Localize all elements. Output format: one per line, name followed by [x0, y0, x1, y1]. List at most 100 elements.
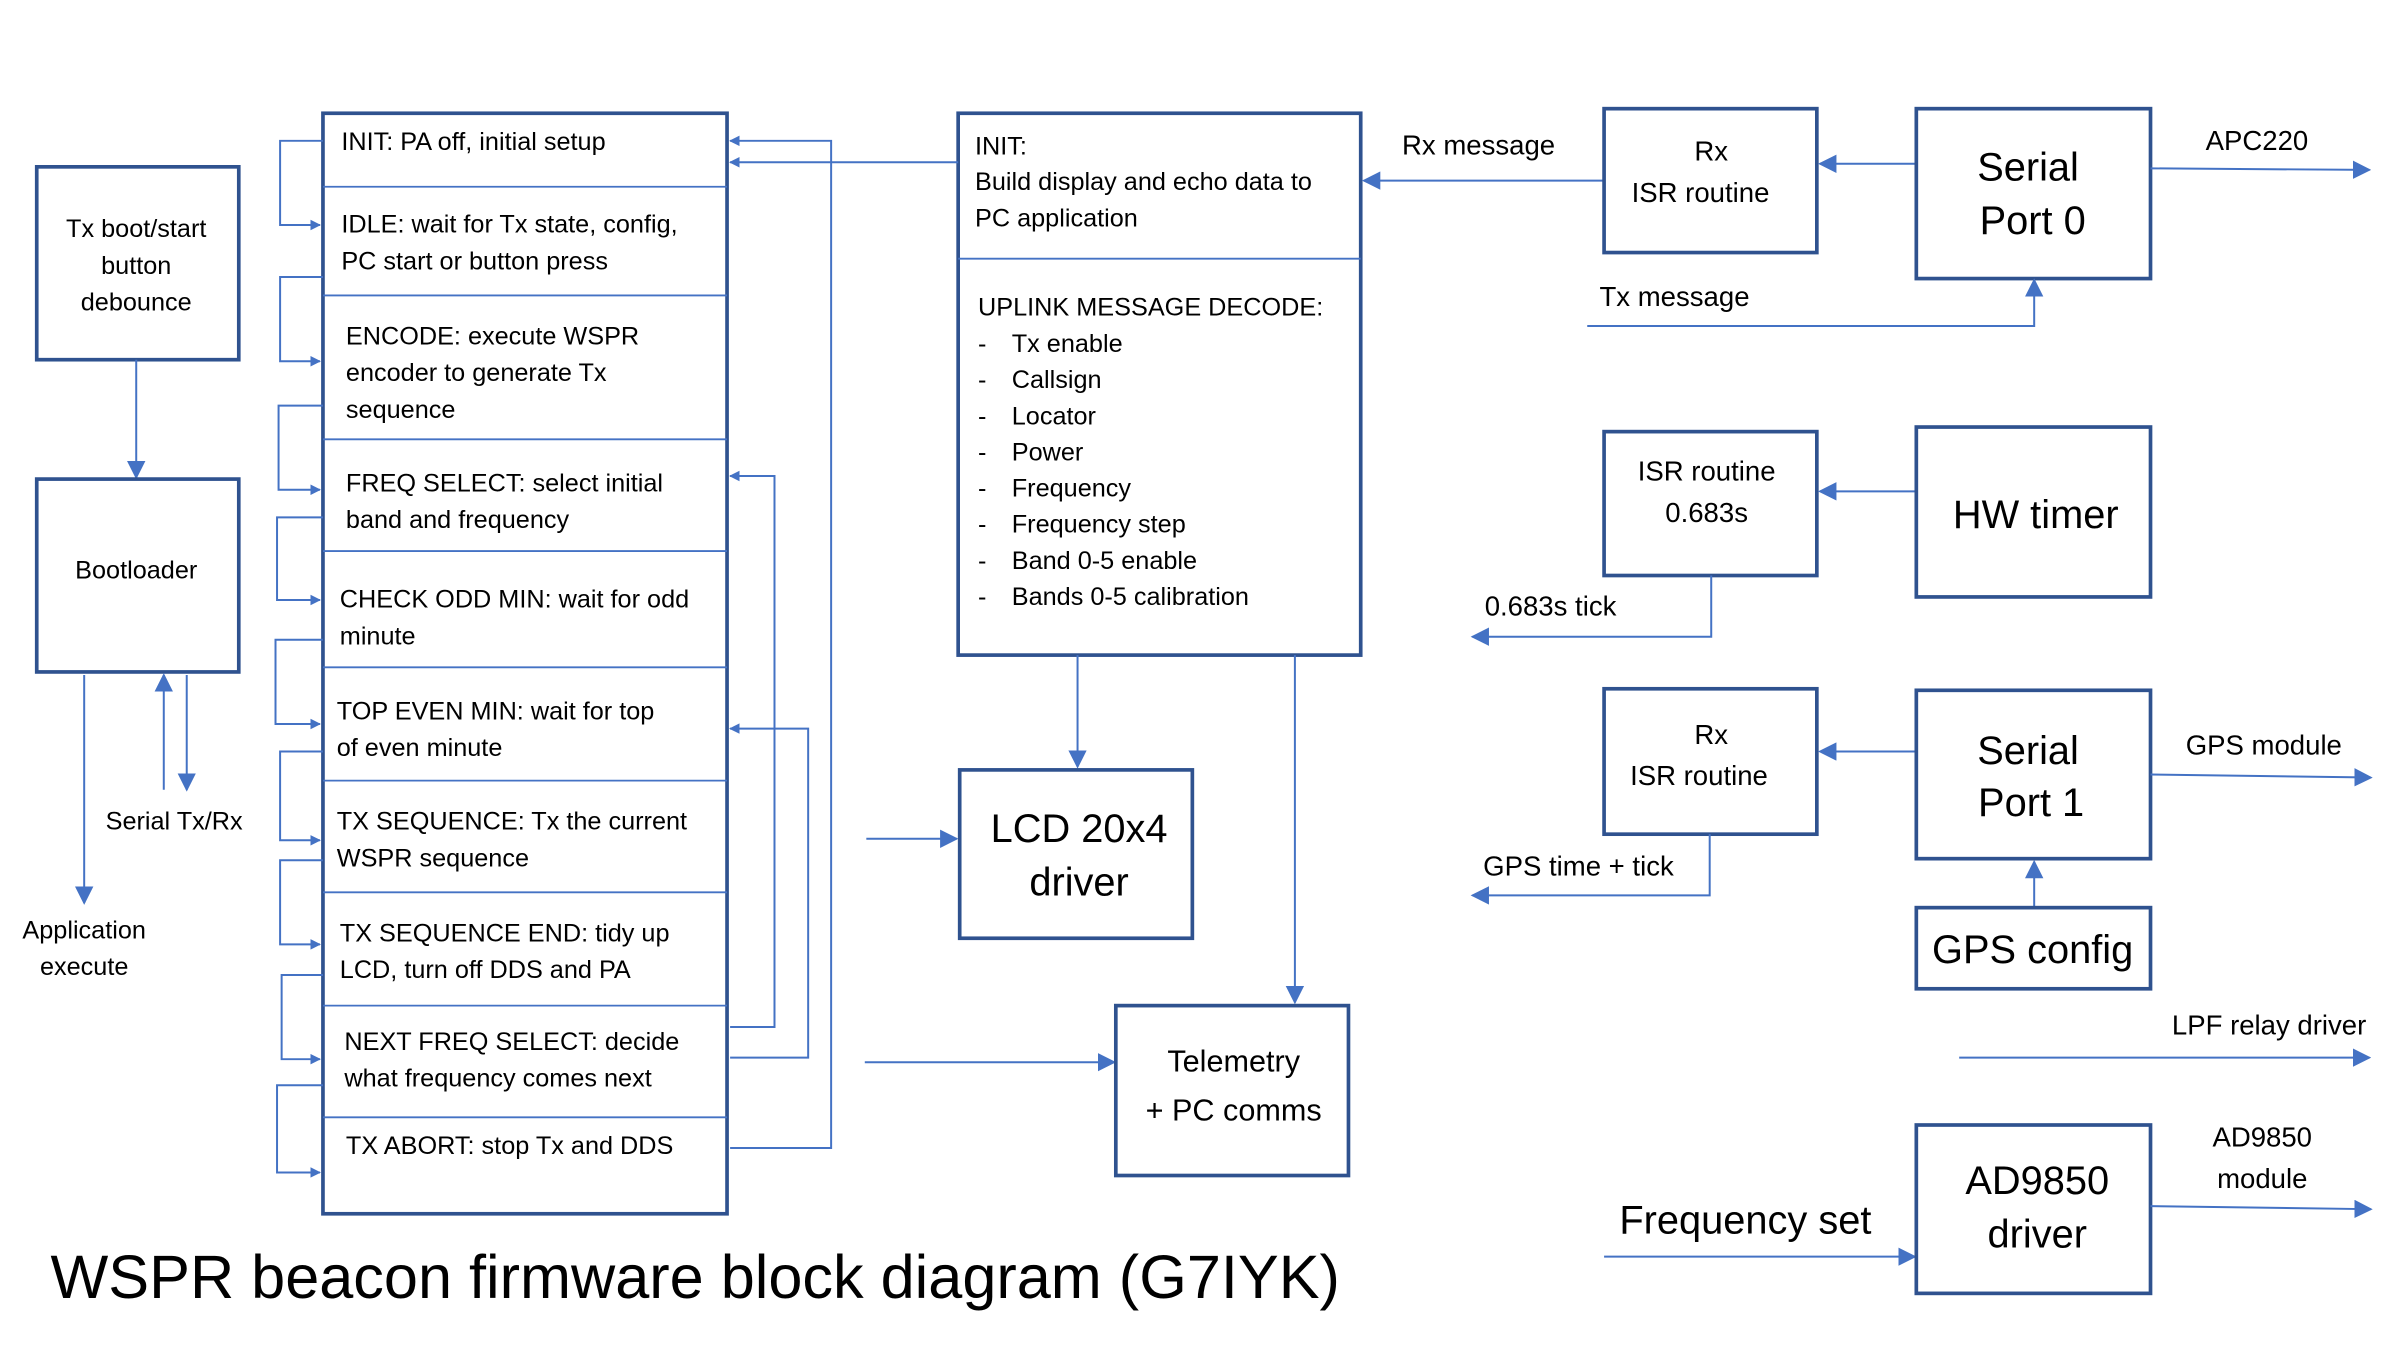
- arrow-state-6-to-7: [279, 859, 323, 950]
- state-label-line: band and frequency: [346, 506, 570, 534]
- serial-port-1-block: Serial Port 1: [1914, 688, 2153, 861]
- arrow-state-3-to-4: [276, 516, 323, 606]
- bullet-dash: -: [978, 511, 986, 539]
- tx-boot-line-2: button: [101, 252, 171, 280]
- uplink-item: Callsign: [1012, 366, 1102, 394]
- app-execute-line-2: execute: [40, 953, 128, 981]
- port0-line-1: Serial: [1977, 146, 2079, 190]
- port0-line-2: Port 0: [1980, 199, 2086, 243]
- tick-label: 0.683s tick: [1485, 590, 1617, 621]
- uplink-item: Bands 0-5 calibration: [1012, 583, 1249, 611]
- serial0-rx-isr-block: Rx ISR routine: [1602, 106, 1819, 255]
- bootloader-label: Bootloader: [75, 557, 197, 585]
- state-label-line: ENCODE: execute WSPR: [346, 322, 639, 350]
- bullet-dash: -: [978, 438, 986, 466]
- telemetry-line-2: + PC comms: [1146, 1093, 1322, 1127]
- bullet-dash: -: [978, 547, 986, 575]
- uplink-item: Power: [1012, 438, 1084, 466]
- gps-config-label: GPS config: [1932, 928, 2133, 972]
- ad9850-line-2: driver: [1988, 1212, 2087, 1256]
- state-label-line: INIT: PA off, initial setup: [341, 128, 605, 156]
- state-label-line: TX ABORT: stop Tx and DDS: [346, 1132, 673, 1160]
- port1-line-2: Port 1: [1978, 781, 2084, 825]
- serial1-rx-isr-block: Rx ISR routine: [1602, 686, 1819, 837]
- port1-line-1: Serial: [1977, 729, 2079, 773]
- serial-port-0-block: Serial Port 0: [1914, 106, 2153, 281]
- apc220-label: APC220: [2206, 125, 2309, 156]
- bullet-dash: -: [978, 402, 986, 430]
- timer-isr-line-1: ISR routine: [1638, 456, 1776, 487]
- timer-isr-block: ISR routine 0.683s: [1602, 429, 1819, 578]
- arrow-abort-to-init: [729, 135, 833, 1149]
- state-label-line: WSPR sequence: [337, 844, 529, 872]
- uplink-init-line-2: Build display and echo data to: [975, 168, 1312, 196]
- ad9850-driver-block: AD9850 driver: [1914, 1123, 2153, 1296]
- state-label-line: IDLE: wait for Tx state, config,: [341, 211, 677, 239]
- telemetry-line-1: Telemetry: [1167, 1044, 1300, 1078]
- uplink-item: Locator: [1012, 402, 1096, 430]
- state-machine: INIT: PA off, initial setup IDLE: wait fo…: [321, 111, 729, 1216]
- arrow-state-5-to-6: [279, 750, 323, 846]
- tx-boot-line-1: Tx boot/start: [66, 215, 206, 243]
- hw-timer-label: HW timer: [1953, 493, 2119, 537]
- bullet-dash: -: [978, 366, 986, 394]
- gps-tick-label: GPS time + tick: [1483, 851, 1674, 882]
- arrow-state-4-to-5: [274, 638, 323, 730]
- state-label-line: PC start or button press: [341, 247, 608, 275]
- block-diagram: Tx boot/start button debounce Bootloader…: [22, 106, 2373, 1311]
- lcd-line-1: LCD 20x4: [991, 807, 1168, 851]
- arrow-state-1-to-2: [279, 276, 323, 367]
- bullet-dash: -: [978, 330, 986, 358]
- bullet-dash: -: [978, 583, 986, 611]
- ad9850-module-line-1: AD9850: [2212, 1121, 2312, 1152]
- lcd-driver-block: LCD 20x4 driver: [957, 768, 1195, 941]
- state-label-line: NEXT FREQ SELECT: decide: [344, 1028, 679, 1056]
- arrow-port0-to-apc220: [2150, 160, 2372, 179]
- state-label-line: TOP EVEN MIN: wait for top: [337, 697, 655, 725]
- arrow-state-8-to-9: [276, 1084, 323, 1178]
- state-label-line: LCD, turn off DDS and PA: [340, 956, 631, 984]
- ad9850-module-line-2: module: [2217, 1163, 2307, 1194]
- state-label-line: of even minute: [337, 734, 503, 762]
- serial0-isr-line-2: ISR routine: [1632, 177, 1770, 208]
- state-label-line: what frequency comes next: [343, 1065, 651, 1093]
- tx-boot-block: Tx boot/start button debounce: [34, 165, 241, 362]
- arrow-nextfreq-to-freqselect: [729, 470, 776, 1029]
- state-9: TX ABORT: stop Tx and DDS: [346, 1132, 673, 1160]
- gps-config-block: GPS config: [1914, 905, 2153, 991]
- lpf-label: LPF relay driver: [2172, 1010, 2366, 1041]
- arrow-port1-to-gps: [2150, 768, 2373, 787]
- arrow-state-7-to-8: [280, 974, 323, 1065]
- gps-module-label: GPS module: [2186, 730, 2342, 761]
- tx-boot-line-3: debounce: [81, 289, 192, 317]
- serial1-isr-line-1: Rx: [1694, 719, 1728, 750]
- rx-message-label: Rx message: [1402, 130, 1555, 161]
- app-execute-line-1: Application: [22, 916, 146, 944]
- state-label-line: encoder to generate Tx: [346, 359, 607, 387]
- serial1-isr-line-2: ISR routine: [1630, 760, 1768, 791]
- state-label-line: CHECK ODD MIN: wait for odd: [340, 586, 689, 614]
- arrow-state-2-to-3: [277, 404, 323, 496]
- state-label-line: minute: [340, 622, 416, 650]
- arrow-ad9850-out: [2150, 1199, 2373, 1219]
- state-0: INIT: PA off, initial setup: [341, 128, 605, 156]
- state-label-line: TX SEQUENCE: Tx the current: [337, 808, 687, 836]
- frequency-set-label: Frequency set: [1619, 1199, 1871, 1243]
- bullet-dash: -: [978, 475, 986, 503]
- uplink-decode-title: UPLINK MESSAGE DECODE:: [978, 293, 1323, 321]
- state-label-line: FREQ SELECT: select initial: [346, 469, 663, 497]
- serial0-isr-line-1: Rx: [1694, 136, 1728, 167]
- state-label-line: TX SEQUENCE END: tidy up: [340, 919, 670, 947]
- uplink-item: Band 0-5 enable: [1012, 547, 1197, 575]
- diagram-title: WSPR beacon firmware block diagram (G7IY…: [51, 1243, 1340, 1311]
- bootloader-block: Bootloader: [34, 477, 241, 674]
- uplink-item: Tx enable: [1012, 330, 1123, 358]
- ad9850-line-1: AD9850: [1965, 1159, 2109, 1203]
- serial-txrx-label: Serial Tx/Rx: [106, 808, 243, 836]
- lcd-line-2: driver: [1029, 860, 1128, 904]
- telemetry-block: Telemetry + PC comms: [1113, 1003, 1351, 1178]
- state-label-line: sequence: [346, 396, 456, 424]
- uplink-item: Frequency step: [1012, 511, 1186, 539]
- arrow-state-0-to-1: [279, 139, 323, 231]
- arrow-nextfreq-to-topeven: [729, 723, 810, 1059]
